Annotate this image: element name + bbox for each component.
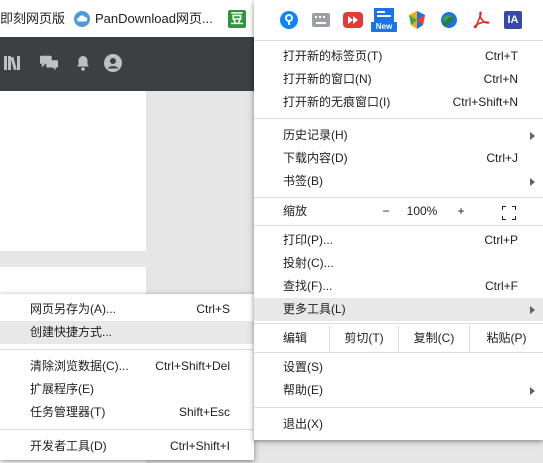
menu-item-print[interactable]: 打印(P)... Ctrl+P	[254, 229, 543, 252]
menu-item-label: 网页另存为(A)...	[30, 302, 116, 316]
menu-item-shortcut: Ctrl+Shift+N	[452, 95, 518, 109]
video-downloader-icon[interactable]	[342, 9, 364, 31]
menu-item-label: 退出(X)	[283, 417, 323, 431]
menu-item-label: 帮助(E)	[283, 383, 323, 397]
keyboard-icon[interactable]	[310, 9, 332, 31]
menu-item-label: 投射(C)...	[283, 256, 334, 270]
menu-item-settings[interactable]: 设置(S)	[254, 356, 543, 379]
pdf-icon[interactable]	[470, 9, 492, 31]
menu-item-shortcut: Shift+Esc	[178, 405, 230, 419]
1password-icon[interactable]	[278, 9, 300, 31]
menu-item-shortcut: Ctrl+P	[484, 233, 518, 247]
bookmark-label: PanDownload网页...	[95, 11, 213, 26]
menu-item-downloads[interactable]: 下载内容(D) Ctrl+J	[254, 147, 543, 170]
content-card	[0, 91, 146, 251]
menu-divider	[254, 352, 543, 353]
account-icon[interactable]	[104, 54, 122, 72]
bell-icon[interactable]	[74, 54, 92, 72]
menu-item-extensions[interactable]: 扩展程序(E)	[0, 378, 254, 401]
menu-item-new-tab[interactable]: 打开新的标签页(T) Ctrl+T	[254, 45, 543, 68]
menu-item-exit[interactable]: 退出(X)	[254, 413, 543, 436]
menu-item-label: 下载内容(D)	[283, 151, 348, 165]
menu-item-dev-tools[interactable]: 开发者工具(D) Ctrl+Shift+I	[0, 435, 254, 458]
ia-icon[interactable]: IA	[502, 9, 524, 31]
zoom-label: 缩放	[283, 204, 308, 218]
menu-item-clear-data[interactable]: 清除浏览数据(C)... Ctrl+Shift+Del	[0, 355, 254, 378]
cut-button[interactable]: 剪切(T)	[330, 327, 398, 350]
zoom-value: 100%	[406, 204, 438, 218]
chevron-right-icon	[530, 132, 535, 140]
edit-label: 编辑	[283, 331, 308, 345]
bookmark-douban[interactable]: 豆	[228, 10, 251, 28]
news-icon[interactable]: New	[371, 8, 397, 32]
bookmark-jike[interactable]: 即刻网页版	[0, 10, 65, 28]
menu-item-shortcut: Ctrl+F	[485, 279, 518, 293]
chat-icon[interactable]	[40, 54, 58, 72]
zoom-out-button[interactable]: −	[366, 200, 406, 223]
library-icon[interactable]	[4, 54, 22, 72]
menu-item-new-window[interactable]: 打开新的窗口(N) Ctrl+N	[254, 68, 543, 91]
menu-item-label: 打开新的窗口(N)	[283, 72, 372, 86]
bookmark-pandownload[interactable]: PanDownload网页...	[74, 10, 213, 28]
menu-item-shortcut: Ctrl+Shift+Del	[155, 359, 230, 373]
menu-divider	[0, 349, 254, 350]
menu-item-label: 打开新的无痕窗口(I)	[283, 95, 391, 109]
menu-item-label: 扩展程序(E)	[30, 382, 94, 396]
menu-item-label: 历史记录(H)	[283, 128, 348, 142]
menu-divider	[254, 197, 543, 198]
menu-item-label: 查找(F)...	[283, 279, 333, 293]
bookmark-label: 即刻网页版	[0, 11, 66, 26]
menu-item-shortcut: Ctrl+N	[483, 72, 518, 86]
menu-item-create-shortcut[interactable]: 创建快捷方式...	[0, 321, 254, 344]
menu-item-label: 书签(B)	[283, 174, 323, 188]
menu-item-cast[interactable]: 投射(C)...	[254, 252, 543, 275]
menu-item-zoom: 缩放 − 100% +	[254, 200, 543, 223]
fullscreen-icon[interactable]	[501, 205, 517, 221]
menu-divider	[254, 323, 543, 324]
menu-divider	[254, 118, 543, 119]
globe-download-icon[interactable]	[438, 9, 460, 31]
menu-item-shortcut: Ctrl+S	[196, 302, 230, 316]
paste-button[interactable]: 粘贴(P)	[470, 327, 543, 350]
menu-item-label: 更多工具(L)	[283, 302, 346, 316]
douban-icon: 豆	[228, 10, 246, 28]
menu-item-history[interactable]: 历史记录(H)	[254, 124, 543, 147]
multicolor-shield-icon[interactable]	[406, 9, 428, 31]
menu-item-help[interactable]: 帮助(E)	[254, 379, 543, 402]
menu-item-label: 设置(S)	[283, 360, 323, 374]
menu-item-find[interactable]: 查找(F)... Ctrl+F	[254, 275, 543, 298]
chrome-main-menu: New IA 打开新的标签页(T) Ctrl+T 打开新的窗口(N) Ctrl+…	[254, 0, 543, 440]
cloud-icon	[74, 11, 90, 27]
copy-button[interactable]: 复制(C)	[399, 327, 469, 350]
menu-item-label: 创建快捷方式...	[30, 325, 113, 339]
menu-item-shortcut: Ctrl+Shift+I	[169, 439, 230, 453]
ia-label: IA	[504, 11, 522, 29]
menu-item-shortcut: Ctrl+J	[486, 151, 518, 165]
menu-divider	[0, 429, 254, 430]
menu-divider	[254, 40, 543, 41]
menu-item-label: 打开新的标签页(T)	[283, 49, 383, 63]
menu-item-more-tools[interactable]: 更多工具(L)	[254, 298, 543, 321]
new-badge: New	[375, 22, 393, 31]
menu-item-save-page[interactable]: 网页另存为(A)... Ctrl+S	[0, 298, 254, 321]
menu-item-shortcut: Ctrl+T	[485, 49, 518, 63]
menu-item-bookmarks[interactable]: 书签(B)	[254, 170, 543, 193]
menu-item-label: 清除浏览数据(C)...	[30, 359, 129, 373]
menu-item-task-manager[interactable]: 任务管理器(T) Shift+Esc	[0, 401, 254, 424]
menu-item-new-incognito[interactable]: 打开新的无痕窗口(I) Ctrl+Shift+N	[254, 91, 543, 114]
chevron-right-icon	[530, 178, 535, 186]
menu-divider	[254, 225, 543, 226]
menu-item-label: 打印(P)...	[283, 233, 333, 247]
chevron-right-icon	[530, 387, 535, 395]
more-tools-submenu: 网页另存为(A)... Ctrl+S 创建快捷方式... 清除浏览数据(C)..…	[0, 294, 254, 460]
menu-divider	[254, 407, 543, 408]
menu-item-label: 开发者工具(D)	[30, 439, 107, 453]
chevron-right-icon	[530, 306, 535, 314]
douban-glyph: 豆	[230, 11, 244, 26]
zoom-in-button[interactable]: +	[442, 200, 480, 223]
menu-item-label: 任务管理器(T)	[30, 405, 106, 419]
